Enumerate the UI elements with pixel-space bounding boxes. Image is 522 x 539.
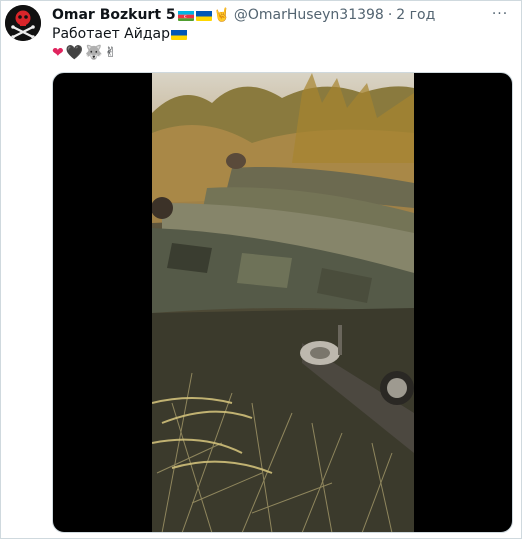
tweet-text-body: Работает Айдар — [52, 26, 170, 42]
separator-dot: · — [387, 7, 393, 23]
black-heart-icon: 🖤 — [65, 45, 84, 61]
timestamp[interactable]: 2 год — [396, 7, 435, 23]
avatar[interactable] — [5, 5, 41, 41]
video-frame — [152, 73, 414, 532]
pirate-skull-avatar-icon — [5, 5, 41, 41]
red-heart-icon: ❤ — [52, 45, 64, 61]
media-container[interactable] — [52, 72, 513, 533]
wolf-icon: 🐺 — [85, 45, 103, 61]
tweet-text: Работает Айдар — [52, 26, 187, 42]
tweet-header: Omar Bozkurt 5 🤘 @OmarHuseyn31398 · 2 го… — [52, 5, 435, 25]
video-player[interactable] — [152, 73, 414, 532]
ukraine-flag-icon — [171, 29, 187, 40]
tweet-card[interactable]: Omar Bozkurt 5 🤘 @OmarHuseyn31398 · 2 го… — [0, 0, 522, 539]
horns-hand-icon: 🤘 — [213, 7, 230, 23]
user-handle[interactable]: @OmarHuseyn31398 — [234, 7, 384, 23]
victory-hand-icon: ✌ — [104, 45, 117, 61]
ukraine-flag-icon — [195, 10, 212, 21]
emoji-line: ❤ 🖤 🐺 ✌ — [52, 45, 116, 61]
more-horizontal-icon[interactable]: ··· — [489, 5, 511, 23]
azerbaijan-flag-icon — [177, 10, 194, 21]
display-name[interactable]: Omar Bozkurt 5 — [52, 7, 176, 23]
